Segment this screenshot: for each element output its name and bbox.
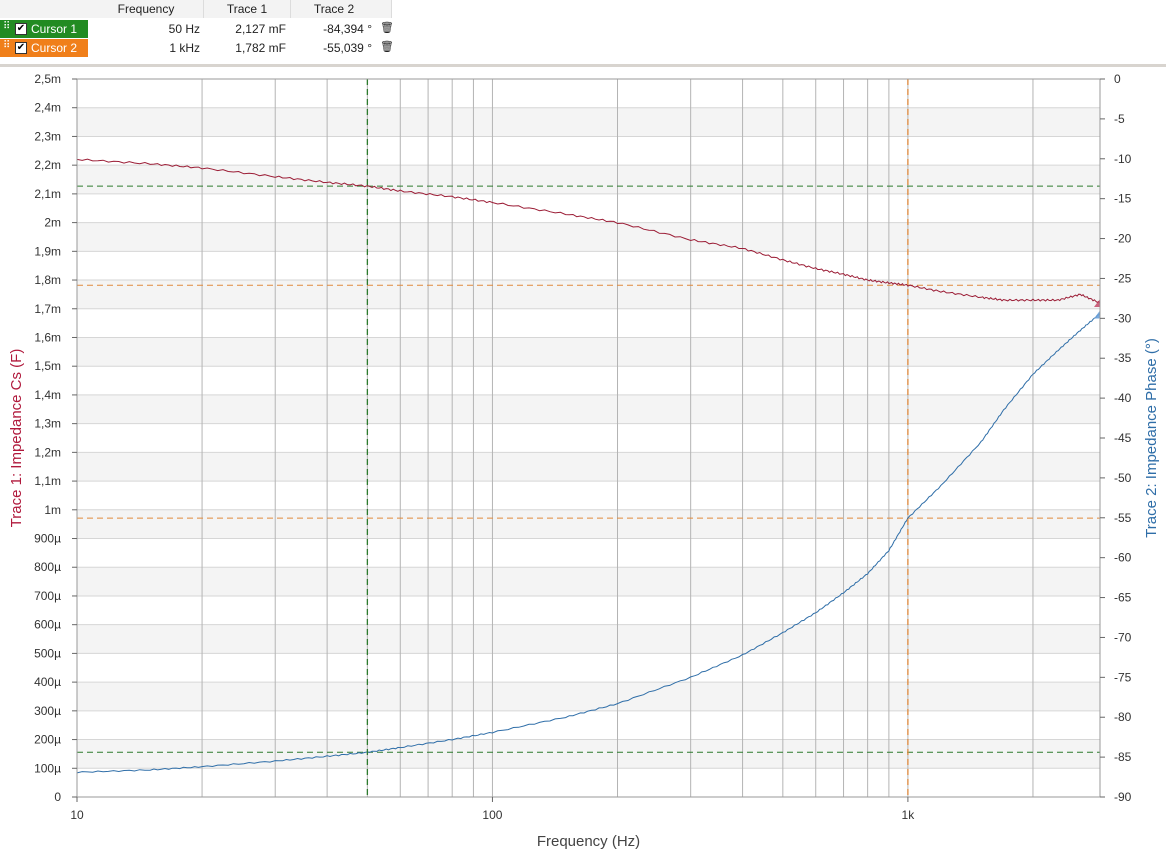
y-right-tick-label: -5: [1114, 112, 1125, 126]
y-left-tick-label: 1,7m: [34, 302, 61, 316]
y-left-tick-label: 600µ: [34, 618, 61, 632]
y-left-tick-label: 300µ: [34, 704, 61, 718]
y-right-tick-label: -60: [1114, 551, 1132, 565]
cursor-table-header: Frequency Trace 1 Trace 2: [0, 0, 392, 18]
cursor-2-trace-1: 1,782 mF: [235, 41, 286, 55]
y-left-tick-label: 400µ: [34, 675, 61, 689]
y-left-tick-label: 200µ: [34, 733, 61, 747]
y-left-tick-label: 2,3m: [34, 129, 61, 143]
y-left-tick-label: 2,4m: [34, 101, 61, 115]
y-right-axis-label: Trace 2: Impedance Phase (°): [1143, 338, 1160, 538]
x-tick-label: 10: [70, 808, 84, 822]
y-right-tick-label: -80: [1114, 710, 1132, 724]
drag-grip-icon[interactable]: ⠿: [3, 21, 10, 32]
plot-band: [77, 567, 1100, 596]
impedance-chart[interactable]: 0 100µ 200µ 300µ 400µ 500µ 600µ 700µ 800µ 900µ 1m 1…: [0, 68, 1166, 856]
y-left-tick-label: 100µ: [34, 761, 61, 775]
plot-band: [77, 337, 1100, 367]
cursor-1-trace-1: 2,127 mF: [235, 22, 286, 36]
plot-band: [77, 280, 1100, 309]
y-left-tick-label: 1,6m: [34, 330, 61, 344]
y-right-tick-label: -85: [1114, 750, 1132, 764]
plot-band: [77, 222, 1100, 252]
plot-band: [77, 739, 1100, 769]
cursor-1-trace-2: -84,394 °: [323, 22, 372, 36]
trash-icon[interactable]: 🗑: [380, 21, 394, 34]
header-trace-1[interactable]: Trace 1: [204, 2, 290, 16]
x-tick-label: 1k: [902, 808, 916, 822]
y-right-tick-label: -25: [1114, 271, 1132, 285]
y-left-tick-label: 700µ: [34, 589, 61, 603]
y-right-tick-label: -15: [1114, 192, 1132, 206]
checkbox-icon[interactable]: ✔: [15, 23, 27, 35]
y-right-tick-label: -10: [1114, 152, 1132, 166]
y-left-tick-label: 1,5m: [34, 359, 61, 373]
y-right-tick-label: -90: [1114, 790, 1132, 804]
header-trace-2[interactable]: Trace 2: [291, 2, 377, 16]
y-left-tick-label: 1,2m: [34, 445, 61, 459]
cursor-table: Frequency Trace 1 Trace 2 ⠿ ✔ Cursor 1 5…: [0, 0, 1166, 62]
y-left-tick-label: 1,9m: [34, 244, 61, 258]
plot-band: [77, 394, 1100, 424]
y-left-tick-label: 2,5m: [34, 72, 61, 86]
y-right-tick-label: -75: [1114, 670, 1132, 684]
drag-grip-icon[interactable]: ⠿: [3, 40, 10, 51]
y-right-tick-label: -50: [1114, 471, 1132, 485]
cursor-1-frequency: 50 Hz: [168, 22, 200, 36]
y-right-tick-label: -45: [1114, 431, 1132, 445]
y-right-tick-label: -40: [1114, 391, 1132, 405]
header-frequency[interactable]: Frequency: [90, 2, 202, 16]
y-left-tick-label: 2,2m: [34, 158, 61, 172]
panel-divider[interactable]: [0, 64, 1166, 67]
y-right-tick-label: -65: [1114, 591, 1132, 605]
plot-band: [77, 165, 1100, 194]
plot-band: [77, 452, 1100, 482]
plot-band: [77, 107, 1100, 137]
y-right-tick-label: -35: [1114, 351, 1132, 365]
y-left-tick-label: 1,3m: [34, 417, 61, 431]
y-left-tick-label: 1,8m: [34, 273, 61, 287]
column-separator: [391, 0, 392, 18]
y-left-tick-label: 500µ: [34, 646, 61, 660]
trash-icon[interactable]: 🗑: [380, 40, 394, 53]
y-left-tick-label: 800µ: [34, 560, 61, 574]
y-left-tick-label: 900µ: [34, 532, 61, 546]
y-left-axis-label: Trace 1: Impedance Cs (F): [8, 349, 25, 528]
plot-band: [77, 509, 1100, 539]
cursor-1-label: Cursor 1: [31, 22, 78, 36]
cursor-2-trace-2: -55,039 °: [323, 41, 372, 55]
x-axis-label: Frequency (Hz): [537, 833, 640, 850]
cursor-2-label: Cursor 2: [31, 41, 78, 55]
y-left-tick-label: 2m: [44, 216, 61, 230]
y-right-tick-label: -55: [1114, 511, 1132, 525]
y-right-tick-label: -70: [1114, 630, 1132, 644]
plot-band: [77, 682, 1100, 711]
y-right-tick-label: -20: [1114, 232, 1132, 246]
y-right-tick-label: -30: [1114, 311, 1132, 325]
y-left-tick-label: 1,4m: [34, 388, 61, 402]
cursor-2-frequency: 1 kHz: [169, 41, 200, 55]
cursor-row-2[interactable]: ⠿ ✔ Cursor 2 1 kHz 1,782 mF -55,039 ° 🗑: [0, 39, 394, 57]
y-left-tick-label: 2,1m: [34, 187, 61, 201]
cursor-row-1[interactable]: ⠿ ✔ Cursor 1 50 Hz 2,127 mF -84,394 ° 🗑: [0, 20, 394, 38]
cursor-1-tag[interactable]: ⠿ ✔ Cursor 1: [0, 20, 88, 38]
y-left-tick-label: 0: [54, 790, 61, 804]
plot-band: [77, 624, 1100, 654]
y-right-tick-label: 0: [1114, 72, 1121, 86]
x-tick-label: 100: [482, 808, 502, 822]
cursor-2-tag[interactable]: ⠿ ✔ Cursor 2: [0, 39, 88, 57]
y-left-tick-label: 1,1m: [34, 474, 61, 488]
checkbox-icon[interactable]: ✔: [15, 42, 27, 54]
y-left-tick-label: 1m: [44, 503, 61, 517]
